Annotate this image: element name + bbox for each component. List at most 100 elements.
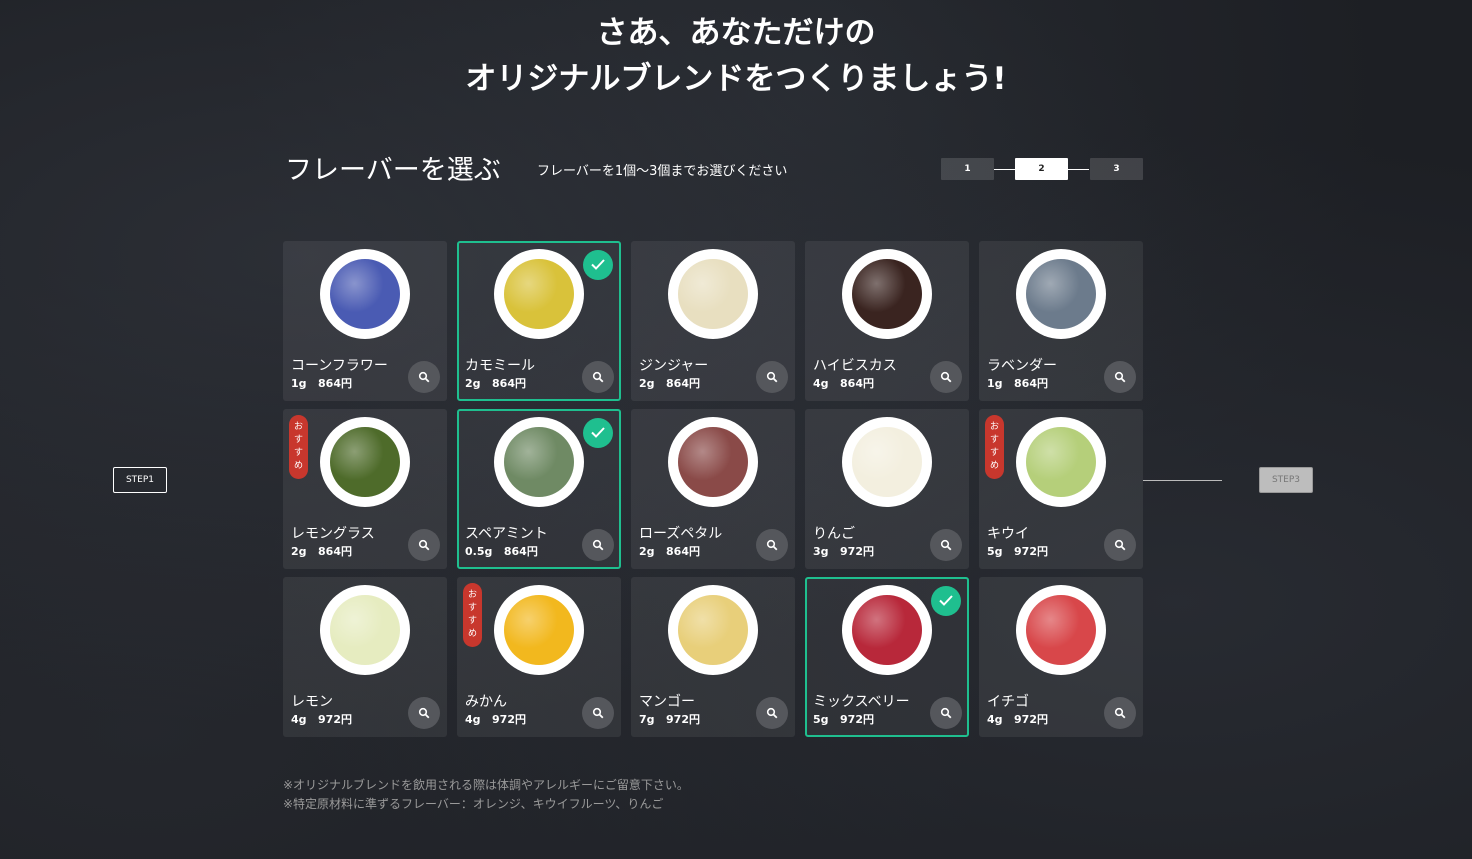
flavor-meta: 4g 864円 (813, 375, 874, 391)
flavor-meta-spacer (1003, 377, 1015, 390)
zoom-button[interactable] (756, 697, 788, 729)
flavor-amount: 2g (639, 377, 655, 390)
flavor-image-fill (504, 595, 574, 665)
step-connector (1068, 169, 1089, 170)
flavor-meta: 7g 972円 (639, 711, 700, 727)
flavor-card[interactable]: カモミール 2g 864円 (457, 241, 621, 401)
recommended-badge-char: め (989, 461, 999, 471)
flavor-name: マンゴー (639, 694, 695, 710)
next-step-button[interactable]: STEP3 (1259, 467, 1313, 493)
flavor-card[interactable]: ローズペタル 2g 864円 (631, 409, 795, 569)
zoom-button[interactable] (756, 529, 788, 561)
flavor-meta: 2g 864円 (639, 543, 700, 559)
flavor-price: 972円 (840, 545, 874, 558)
search-icon (940, 539, 952, 551)
flavor-image (1016, 249, 1106, 339)
zoom-button[interactable] (408, 529, 440, 561)
flavor-image-fill (678, 259, 748, 329)
flavor-image (842, 249, 932, 339)
flavor-image-fill (678, 595, 748, 665)
flavor-image (668, 417, 758, 507)
headline-line-2: オリジナルブレンドをつくりましょう! (465, 61, 1007, 97)
recommended-badge-char: す (989, 448, 999, 458)
flavor-price: 864円 (492, 377, 526, 390)
flavor-card[interactable]: おすすめみかん 4g 972円 (457, 577, 621, 737)
flavor-price: 972円 (1014, 713, 1048, 726)
search-icon (592, 707, 604, 719)
flavor-card[interactable]: おすすめレモングラス 2g 864円 (283, 409, 447, 569)
flavor-amount: 7g (639, 713, 655, 726)
flavor-image-fill (330, 595, 400, 665)
flavor-name: レモングラス (291, 526, 375, 542)
flavor-meta: 2g 864円 (639, 375, 700, 391)
zoom-button[interactable] (1104, 697, 1136, 729)
flavor-name: カモミール (465, 358, 535, 374)
flavor-meta-spacer (829, 545, 841, 558)
flavor-meta-spacer (1003, 713, 1015, 726)
flavor-price: 864円 (318, 377, 352, 390)
flavor-name: ラベンダー (987, 358, 1057, 374)
recommended-badge-char: す (293, 435, 303, 445)
search-icon (766, 371, 778, 383)
flavor-card[interactable]: ハイビスカス 4g 864円 (805, 241, 969, 401)
section-subtitle: フレーバーを1個～3個までお選びください (537, 164, 788, 179)
flavor-name: コーンフラワー (291, 358, 388, 374)
zoom-button[interactable] (1104, 361, 1136, 393)
flavor-card[interactable]: レモン 4g 972円 (283, 577, 447, 737)
check-icon (583, 250, 613, 280)
search-icon (592, 539, 604, 551)
check-icon (931, 586, 961, 616)
flavor-image-fill (852, 595, 922, 665)
search-icon (1114, 707, 1126, 719)
zoom-button[interactable] (930, 529, 962, 561)
flavor-price: 972円 (492, 713, 526, 726)
flavor-card[interactable]: コーンフラワー 1g 864円 (283, 241, 447, 401)
prev-step-button[interactable]: STEP1 (113, 467, 167, 493)
page-headline: さあ、あなただけの オリジナルブレンドをつくりましょう! (0, 10, 1472, 102)
zoom-button[interactable] (408, 697, 440, 729)
flavor-amount: 2g (639, 545, 655, 558)
zoom-button[interactable] (582, 529, 614, 561)
flavor-price: 864円 (666, 377, 700, 390)
flavor-image-fill (1026, 427, 1096, 497)
allergy-note: ※オリジナルブレンドを飲用される際は体調やアレルギーにご留意下さい。 (283, 778, 689, 792)
flavor-card[interactable]: りんご 3g 972円 (805, 409, 969, 569)
flavor-card[interactable]: ジンジャー 2g 864円 (631, 241, 795, 401)
flavor-meta-spacer (481, 713, 493, 726)
zoom-button[interactable] (756, 361, 788, 393)
zoom-button[interactable] (930, 697, 962, 729)
step-2-pill[interactable]: 2 (1015, 158, 1068, 180)
zoom-button[interactable] (582, 697, 614, 729)
flavor-card[interactable]: ラベンダー 1g 864円 (979, 241, 1143, 401)
flavor-price: 864円 (1014, 377, 1048, 390)
search-icon (418, 539, 430, 551)
search-icon (418, 707, 430, 719)
flavor-meta: 5g 972円 (813, 711, 874, 727)
flavor-card[interactable]: おすすめキウイ 5g 972円 (979, 409, 1143, 569)
flavor-meta: 2g 864円 (291, 543, 352, 559)
flavor-meta-spacer (655, 545, 667, 558)
flavor-image (842, 585, 932, 675)
zoom-button[interactable] (930, 361, 962, 393)
flavor-card[interactable]: マンゴー 7g 972円 (631, 577, 795, 737)
flavor-price: 972円 (318, 713, 352, 726)
flavor-name: ジンジャー (639, 358, 709, 374)
flavor-name: りんご (813, 526, 855, 542)
flavor-amount: 1g (987, 377, 1003, 390)
zoom-button[interactable] (408, 361, 440, 393)
flavor-name: イチゴ (987, 694, 1029, 710)
flavor-image (320, 585, 410, 675)
flavor-card[interactable]: ミックスベリー 5g 972円 (805, 577, 969, 737)
flavor-name: レモン (291, 694, 333, 710)
zoom-button[interactable] (582, 361, 614, 393)
flavor-amount: 3g (813, 545, 829, 558)
search-icon (766, 539, 778, 551)
zoom-button[interactable] (1104, 529, 1136, 561)
flavor-amount: 4g (987, 713, 1003, 726)
flavor-amount: 5g (813, 713, 829, 726)
flavor-card[interactable]: スペアミント 0.5g 864円 (457, 409, 621, 569)
step-3-pill[interactable]: 3 (1090, 158, 1143, 180)
flavor-card[interactable]: イチゴ 4g 972円 (979, 577, 1143, 737)
flavor-meta: 4g 972円 (987, 711, 1048, 727)
step-1-pill[interactable]: 1 (941, 158, 994, 180)
